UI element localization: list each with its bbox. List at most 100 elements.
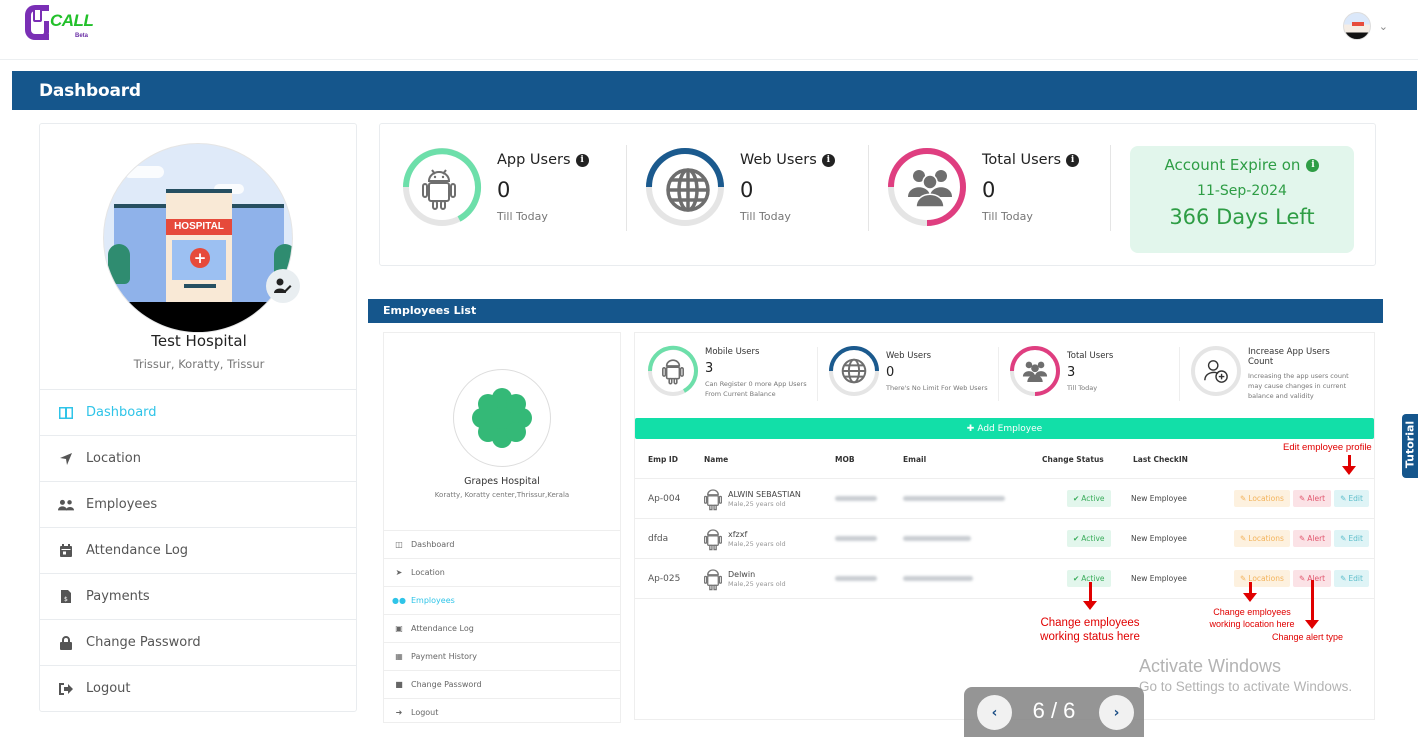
annotation-arrow bbox=[1083, 582, 1097, 610]
columns-icon: ◫ bbox=[395, 540, 403, 549]
edit-button[interactable]: ✎ Edit bbox=[1334, 530, 1369, 547]
slide-nav-payment-history[interactable]: ▦ Payment History bbox=[384, 642, 620, 670]
sign-out-icon bbox=[58, 682, 74, 695]
alert-button[interactable]: ✎ Alert bbox=[1292, 530, 1332, 547]
sidebar-item-attendance-log[interactable]: Attendance Log bbox=[40, 527, 356, 573]
annotation-change-location: Change employees working location here bbox=[1209, 607, 1295, 629]
sidebar-item-dashboard[interactable]: Dashboard bbox=[40, 389, 356, 435]
emp-id: Ap-004 bbox=[648, 493, 681, 504]
next-slide-button[interactable]: › bbox=[1099, 695, 1134, 730]
expiry-title: Account Expire on i bbox=[1130, 156, 1354, 174]
check-icon: ✔ bbox=[1073, 574, 1080, 583]
phone-icon bbox=[33, 8, 42, 22]
user-plus-icon bbox=[1203, 358, 1229, 384]
lock-icon bbox=[58, 635, 74, 650]
sidebar-item-label: Payments bbox=[86, 589, 150, 604]
edit-icon: ✎ bbox=[1340, 534, 1347, 543]
edit-profile-button[interactable] bbox=[266, 269, 300, 303]
locations-button[interactable]: ✎ Locations bbox=[1234, 490, 1290, 507]
previous-slide-button[interactable]: ‹ bbox=[977, 695, 1012, 730]
table-row: Ap-004 ALWIN SEBASTIAN Male,25 years old … bbox=[635, 479, 1374, 519]
sidebar-item-location[interactable]: Location bbox=[40, 435, 356, 481]
locations-button[interactable]: ✎ Locations bbox=[1234, 570, 1290, 587]
slide-nav-logout[interactable]: ➜ Logout bbox=[384, 698, 620, 726]
status-label: Active bbox=[1081, 574, 1105, 583]
columns-icon bbox=[58, 406, 74, 419]
divider bbox=[998, 347, 999, 401]
nav-label: Payment History bbox=[411, 652, 478, 661]
sidebar-item-employees[interactable]: Employees bbox=[40, 481, 356, 527]
stat-sub: Increasing the app users count may cause… bbox=[1248, 372, 1349, 400]
status-cell: ✔ Active bbox=[1067, 479, 1111, 518]
status-label: Active bbox=[1081, 534, 1105, 543]
nav-label: Dashboard bbox=[411, 540, 455, 549]
svg-text:$: $ bbox=[64, 596, 68, 603]
users-group-icon bbox=[1022, 358, 1048, 384]
alert-label: Alert bbox=[1307, 494, 1326, 503]
add-employee-button[interactable]: ✚ Add Employee bbox=[635, 418, 1374, 439]
divider bbox=[1110, 145, 1111, 231]
status-active-button[interactable]: ✔ Active bbox=[1067, 530, 1111, 547]
stat-value: 3 bbox=[705, 361, 714, 376]
flower-logo-icon bbox=[472, 388, 532, 448]
employees-table: Emp ID Name MOB Email Change Status Last… bbox=[635, 440, 1374, 599]
divider bbox=[1179, 347, 1180, 401]
sidebar-item-payments[interactable]: $ Payments bbox=[40, 573, 356, 619]
page-header: Dashboard bbox=[12, 71, 1417, 110]
calendar-icon bbox=[58, 544, 74, 557]
stat-label: Mobile Users bbox=[705, 347, 760, 357]
edit-label: Edit bbox=[1348, 534, 1363, 543]
mobile-users-ring bbox=[647, 345, 699, 397]
gcall-logo[interactable]: CALL Beta bbox=[25, 5, 95, 45]
edit-button[interactable]: ✎ Edit bbox=[1334, 570, 1369, 587]
sidebar-item-label: Attendance Log bbox=[86, 543, 189, 558]
annotation-arrow bbox=[1305, 580, 1319, 629]
edit-button[interactable]: ✎ Edit bbox=[1334, 490, 1369, 507]
org-name: Grapes Hospital bbox=[464, 476, 540, 487]
status-active-button[interactable]: ✔ Active bbox=[1067, 490, 1111, 507]
nav-label: Logout bbox=[411, 708, 439, 717]
slide-nav-dashboard[interactable]: ◫ Dashboard bbox=[384, 530, 620, 558]
emp-meta: Male,25 years old bbox=[728, 539, 786, 548]
slide-nav-change-password[interactable]: ■ Change Password bbox=[384, 670, 620, 698]
slide-nav-employees[interactable]: ●● Employees bbox=[384, 586, 620, 614]
emp-email-redacted bbox=[903, 559, 973, 598]
alert-button[interactable]: ✎ Alert bbox=[1292, 490, 1332, 507]
user-edit-icon bbox=[274, 278, 292, 293]
org-profile-card: Grapes Hospital Koratty, Koratty center,… bbox=[383, 332, 621, 723]
stat-sub: Till Today bbox=[1067, 384, 1098, 392]
slide-nav-attendance-log[interactable]: ▣ Attendance Log bbox=[384, 614, 620, 642]
emp-name: Delwin bbox=[728, 569, 756, 579]
slide-nav-location[interactable]: ➤ Location bbox=[384, 558, 620, 586]
info-icon[interactable]: i bbox=[1306, 158, 1320, 172]
sidebar-item-label: Location bbox=[86, 451, 141, 466]
ground bbox=[104, 302, 292, 332]
locations-button[interactable]: ✎ Locations bbox=[1234, 530, 1290, 547]
info-icon[interactable]: i bbox=[1066, 153, 1080, 167]
tutorial-pager: ‹ 6 / 6 › bbox=[964, 687, 1144, 737]
tutorial-tab[interactable]: Tutorial bbox=[1402, 414, 1418, 478]
user-menu[interactable]: ⌄ bbox=[1342, 12, 1388, 40]
days-left: 366 Days Left bbox=[1169, 205, 1315, 229]
globe-icon bbox=[841, 358, 867, 384]
users-icon: ●● bbox=[392, 596, 406, 605]
windows-activation-watermark: Activate Windows Go to Settings to activ… bbox=[1139, 656, 1352, 694]
info-icon[interactable]: i bbox=[575, 153, 589, 167]
slide-counter: 6 / 6 bbox=[1032, 698, 1076, 723]
stat-label: Increase App Users Count bbox=[1248, 347, 1330, 367]
sidebar-item-logout[interactable]: Logout bbox=[40, 665, 356, 711]
location-arrow-icon: ➤ bbox=[395, 568, 403, 577]
table-header: Emp ID Name MOB Email Change Status Last… bbox=[635, 440, 1374, 479]
sidebar-item-change-password[interactable]: Change Password bbox=[40, 619, 356, 665]
chevron-right-icon: › bbox=[1113, 704, 1120, 721]
chevron-down-icon[interactable]: ⌄ bbox=[1379, 20, 1388, 33]
medical-cross-icon: + bbox=[190, 248, 210, 268]
emp-mobile-redacted bbox=[835, 559, 877, 598]
profile-card: HOSPITAL + Test Hospital Trissur, Koratt… bbox=[39, 123, 357, 712]
user-avatar[interactable] bbox=[1342, 12, 1371, 40]
employees-list-header: Employees List bbox=[368, 299, 1383, 323]
total-users-sub: Till Today bbox=[982, 210, 1033, 223]
info-icon[interactable]: i bbox=[821, 153, 835, 167]
increase-app-users-stat[interactable]: Increase App Users Count Increasing the … bbox=[1190, 345, 1370, 401]
divider bbox=[626, 145, 627, 231]
